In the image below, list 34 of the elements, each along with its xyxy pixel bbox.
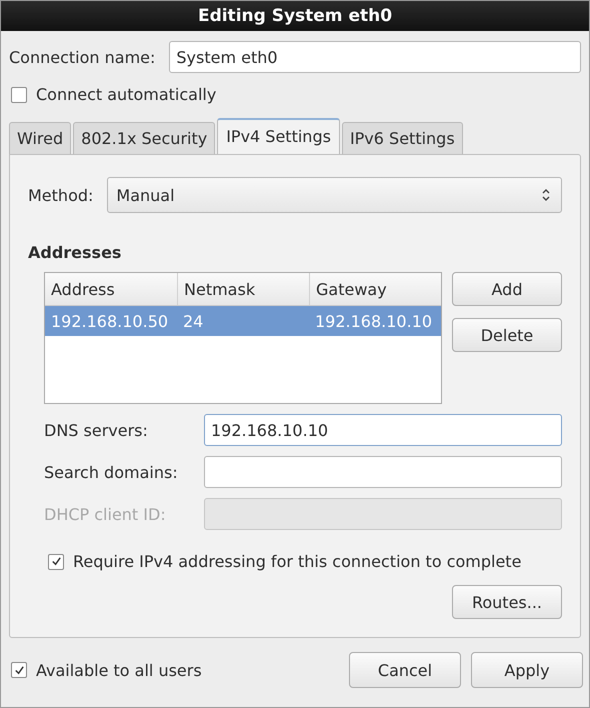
- field-label: DNS servers:: [44, 420, 149, 440]
- checkmark-icon: [14, 664, 24, 676]
- input-field[interactable]: 192.168.10.10: [204, 414, 562, 446]
- checkbox-label: Connect automatically: [36, 85, 216, 104]
- updown-icon: [541, 187, 551, 203]
- column-header[interactable]: Address: [45, 273, 177, 305]
- table-button[interactable]: Add: [452, 272, 562, 306]
- checkbox[interactable]: [48, 554, 64, 570]
- checkmark-icon: [50, 556, 62, 567]
- routes-button[interactable]: Routes...: [452, 585, 562, 619]
- checkbox[interactable]: [11, 662, 27, 678]
- column-header[interactable]: Netmask: [177, 273, 309, 305]
- table-cell-text: 192.168.10.50: [50, 310, 170, 332]
- method-label: Method:: [28, 186, 94, 204]
- checkbox[interactable]: [11, 86, 27, 102]
- tab[interactable]: IPv6 Settings: [342, 122, 463, 154]
- tab[interactable]: IPv4 Settings: [217, 118, 340, 154]
- tab[interactable]: Wired: [9, 122, 72, 154]
- connection-name-field[interactable]: System eth0: [169, 41, 581, 73]
- dialog-button[interactable]: Cancel: [349, 652, 461, 688]
- window-title: Editing System eth0: [198, 6, 392, 26]
- field-label: Search domains:: [44, 462, 179, 482]
- input-field[interactable]: [204, 456, 562, 488]
- field-label: Connection name:: [9, 48, 156, 66]
- dialog-button[interactable]: Apply: [471, 652, 583, 688]
- table-cell-text: 192.168.10.10: [314, 310, 434, 332]
- table-button[interactable]: Delete: [452, 318, 562, 352]
- method-dropdown[interactable]: Manual: [107, 177, 562, 213]
- checkbox-row[interactable]: Connect automatically: [11, 85, 581, 104]
- table-cell-text: 24: [182, 310, 204, 332]
- column-header[interactable]: Gateway: [309, 273, 441, 305]
- section-heading: Addresses: [28, 243, 122, 262]
- tab[interactable]: 802.1x Security: [73, 122, 216, 154]
- field-label: DHCP client ID:: [44, 504, 167, 524]
